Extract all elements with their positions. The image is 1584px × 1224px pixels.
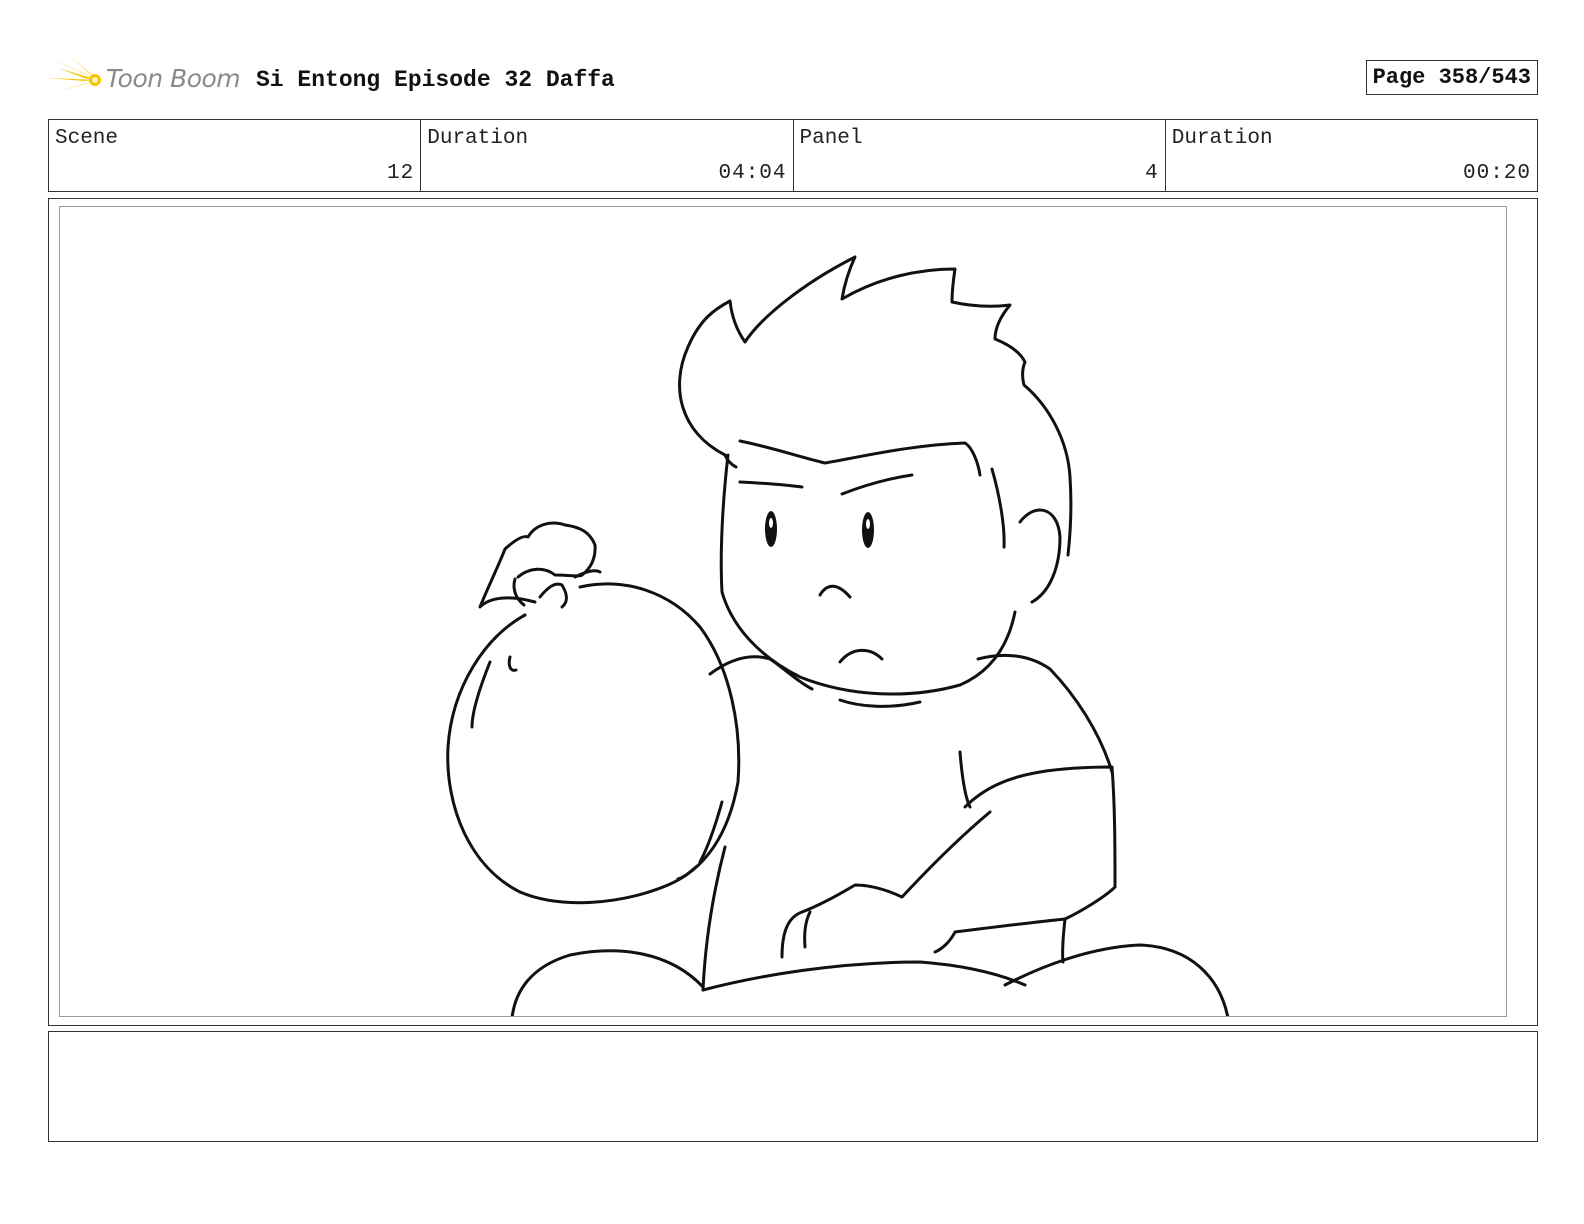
page-header: Toon Boom Si Entong Episode 32 Daffa Pag… bbox=[48, 54, 1538, 104]
boy-with-sack-sketch bbox=[446, 255, 1230, 1016]
panel-cell: Panel 4 bbox=[794, 120, 1166, 191]
panel-notes-box bbox=[48, 1031, 1538, 1142]
panel-duration-label: Duration bbox=[1171, 127, 1273, 150]
scene-info-table: Scene 12 Duration 04:04 Panel 4 Duration… bbox=[48, 119, 1538, 192]
panel-duration-value: 00:20 bbox=[1462, 162, 1531, 185]
page-indicator: Page 358/543 bbox=[1365, 60, 1538, 95]
panel-value: 4 bbox=[1145, 162, 1159, 185]
scene-duration-label: Duration bbox=[427, 127, 529, 150]
panel-duration-cell: Duration 00:20 bbox=[1166, 120, 1537, 191]
storyboard-panel bbox=[48, 198, 1538, 1026]
scene-duration-cell: Duration 04:04 bbox=[421, 120, 794, 191]
scene-cell: Scene 12 bbox=[49, 120, 422, 191]
panel-label: Panel bbox=[799, 127, 863, 150]
document-title: Si Entong Episode 32 Daffa bbox=[256, 67, 615, 93]
toon-boom-logo: Toon Boom bbox=[48, 54, 248, 104]
scene-duration-value: 04:04 bbox=[718, 162, 787, 185]
sunburst-icon bbox=[48, 56, 101, 102]
scene-value: 12 bbox=[387, 162, 415, 185]
scene-label: Scene bbox=[55, 127, 119, 150]
logo-text: Toon Boom bbox=[106, 64, 241, 93]
panel-image-area bbox=[59, 206, 1507, 1017]
